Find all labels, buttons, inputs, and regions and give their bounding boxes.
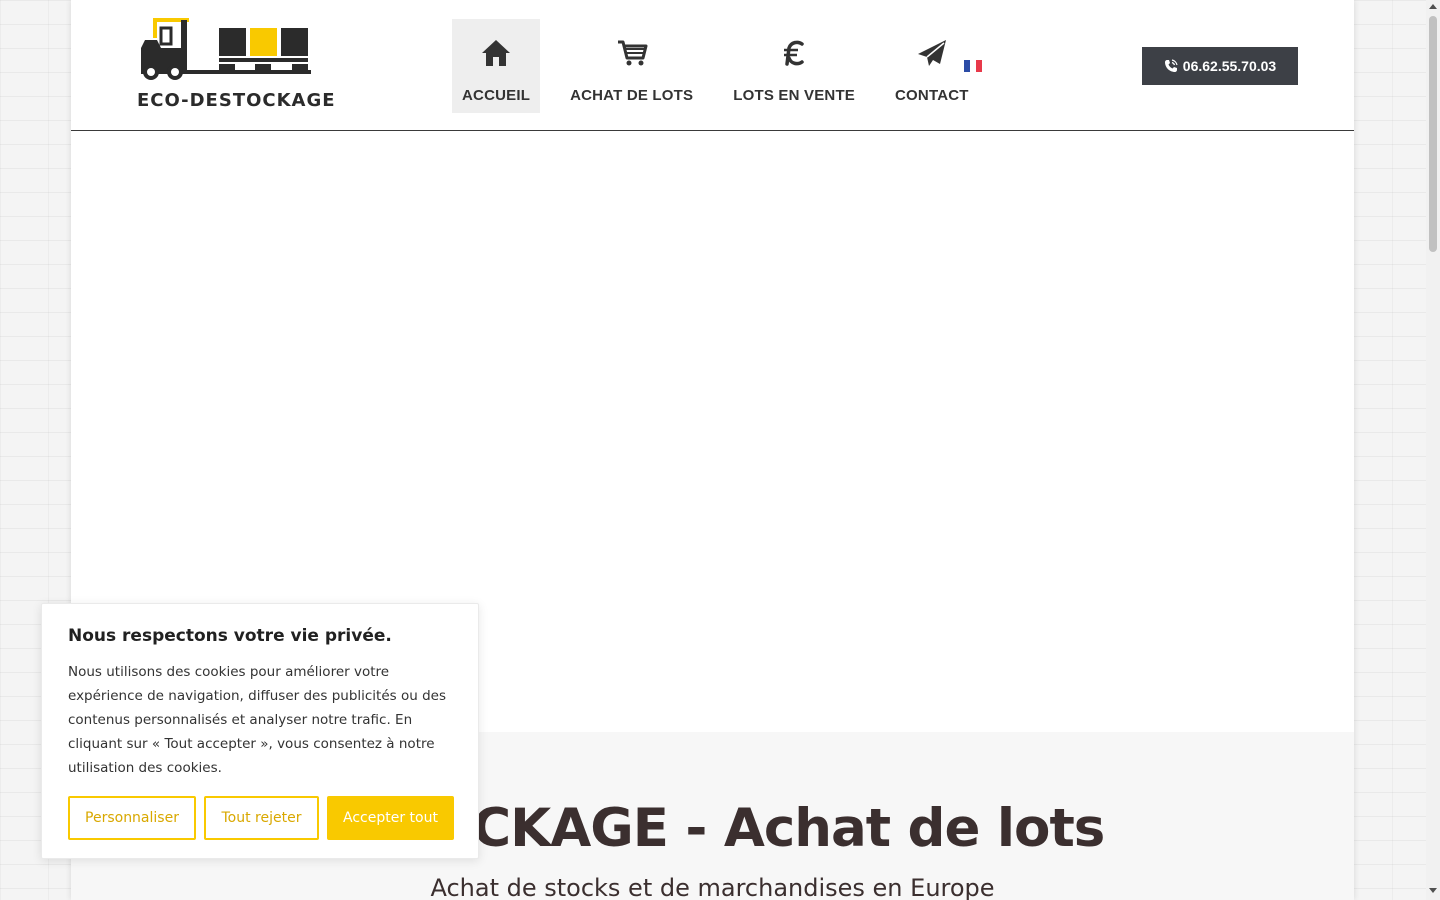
page-scrollbar[interactable] bbox=[1426, 0, 1440, 900]
forklift-logo-icon bbox=[141, 18, 311, 80]
scroll-down-icon[interactable] bbox=[1429, 888, 1437, 893]
cookie-banner: Nous respectons votre vie privée. Nous u… bbox=[41, 603, 479, 859]
nav-item-achat-de-lots[interactable]: ACHAT DE LOTS bbox=[560, 19, 703, 113]
reject-all-button[interactable]: Tout rejeter bbox=[204, 796, 319, 840]
phone-button[interactable]: 06.62.55.70.03 bbox=[1142, 47, 1298, 85]
accept-all-button[interactable]: Accepter tout bbox=[327, 796, 454, 840]
cart-icon bbox=[616, 35, 648, 71]
home-icon bbox=[480, 35, 512, 71]
scroll-up-icon[interactable] bbox=[1429, 4, 1437, 9]
france-flag-icon[interactable] bbox=[964, 60, 982, 72]
nav-label-accueil: ACCUEIL bbox=[462, 87, 531, 104]
paper-plane-icon bbox=[916, 35, 948, 71]
logo-text: ECO-DESTOCKAGE bbox=[137, 90, 336, 111]
phone-number: 06.62.55.70.03 bbox=[1182, 58, 1277, 74]
site-logo[interactable]: ECO-DESTOCKAGE bbox=[137, 18, 336, 114]
nav-label-achat-de-lots: ACHAT DE LOTS bbox=[570, 87, 694, 104]
nav-label-lots-en-vente: LOTS EN VENTE bbox=[733, 87, 856, 104]
cookie-text: Nous utilisons des cookies pour améliore… bbox=[68, 664, 446, 776]
nav-item-lots-en-vente[interactable]: LOTS EN VENTE bbox=[723, 19, 865, 113]
page-subtitle: Achat de stocks et de marchandises en Eu… bbox=[430, 874, 995, 900]
phone-icon bbox=[1164, 59, 1178, 72]
scrollbar-thumb[interactable] bbox=[1429, 16, 1437, 252]
euro-icon bbox=[778, 35, 810, 71]
site-header: ECO-DESTOCKAGE ACCUEIL ACHAT DE LOTS LOT… bbox=[71, 0, 1354, 131]
nav-item-accueil[interactable]: ACCUEIL bbox=[452, 19, 541, 113]
cookie-title: Nous respectons votre vie privée. bbox=[68, 626, 392, 646]
customize-button[interactable]: Personnaliser bbox=[68, 796, 196, 840]
main-nav: ACCUEIL ACHAT DE LOTS LOTS EN VENTE CONT… bbox=[452, 19, 999, 113]
nav-label-contact: CONTACT bbox=[895, 87, 969, 104]
